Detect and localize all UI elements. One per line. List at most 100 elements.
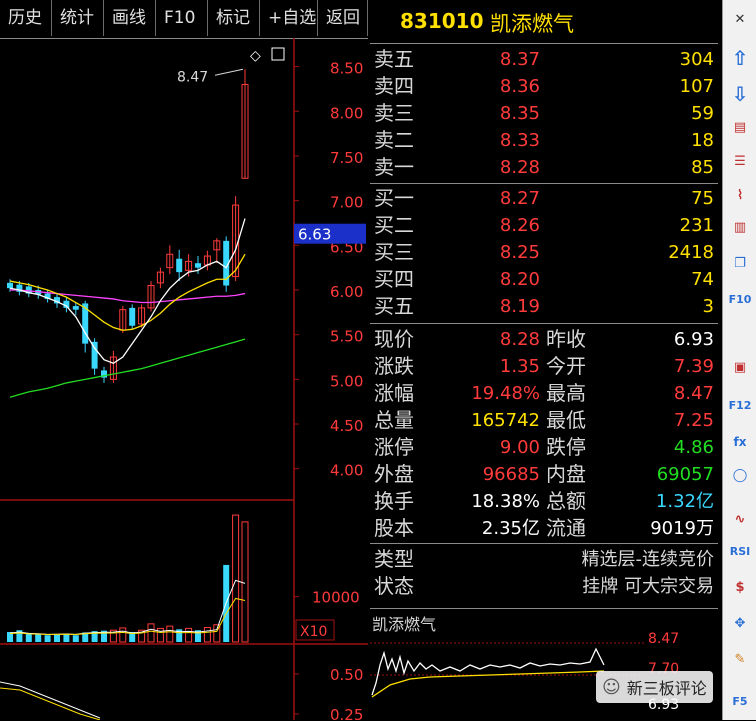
level-price: 8.37 xyxy=(499,49,540,70)
level-volume: 74 xyxy=(691,269,714,290)
tab-4[interactable]: 标记 xyxy=(208,0,260,36)
info-value: 挂牌 可大宗交易 xyxy=(582,576,714,597)
stock-code: 831010 xyxy=(400,9,484,33)
f12-icon[interactable]: F12 xyxy=(727,394,753,418)
circle-icon[interactable]: ◯ xyxy=(727,464,753,488)
self-select-icon[interactable]: ▣ xyxy=(727,356,753,380)
stat-value: 69057 xyxy=(656,464,714,485)
stat-label: 涨跌 xyxy=(374,354,414,378)
stock-info: 类型 精选层-连续竞价 状态 挂牌 可大宗交易 xyxy=(370,546,718,602)
indicator-line xyxy=(0,681,101,719)
wechat-icon: ☺ xyxy=(602,676,621,698)
move-icon[interactable]: ✥ xyxy=(727,612,753,636)
arrow-down-icon[interactable]: ⇩ xyxy=(727,82,753,106)
stat-label: 最低 xyxy=(546,408,586,432)
price-tick-label: 8.00 xyxy=(330,104,363,122)
ma-year-line xyxy=(9,338,246,398)
stat-value: 9019万 xyxy=(650,518,714,539)
chart-tab-bar: 历史 统计 画线 F10 标记 +自选 返回 xyxy=(0,0,368,39)
level-price: 8.19 xyxy=(499,296,540,317)
info-label: 状态 xyxy=(374,574,414,598)
bid-book: 买一 8.27 75 买二 8.26 231 买三 8.25 2418 买四 8.20 74 买五 8.1… xyxy=(370,185,718,320)
level-label: 卖五 xyxy=(374,47,414,71)
volume-ma-line xyxy=(9,597,246,636)
bid-row[interactable]: 买五 8.19 3 xyxy=(370,293,718,320)
tab-3[interactable]: F10 xyxy=(156,0,208,36)
ma-short-line xyxy=(9,218,246,365)
volume-bar xyxy=(166,625,174,643)
volume-bar xyxy=(241,521,249,643)
intraday-mini-chart[interactable]: 凯添燃气 8.47 7.70 6.93 xyxy=(370,608,718,721)
bid-row[interactable]: 买一 8.27 75 xyxy=(370,185,718,212)
formula-icon[interactable]: fx xyxy=(727,430,753,454)
level-volume: 85 xyxy=(691,157,714,178)
bid-row[interactable]: 买二 8.26 231 xyxy=(370,212,718,239)
pages-icon[interactable]: ❐ xyxy=(727,252,753,276)
level-volume: 59 xyxy=(691,103,714,124)
tab-1[interactable]: 统计 xyxy=(52,0,104,36)
level-price: 8.20 xyxy=(499,269,540,290)
stat-label: 今开 xyxy=(546,354,586,378)
indicator-tick-label: 0.25 xyxy=(330,706,363,720)
bid-row[interactable]: 买三 8.25 2418 xyxy=(370,239,718,266)
stat-value: 96685 xyxy=(482,464,540,485)
diamond-icon: ◇ xyxy=(250,48,261,64)
ask-row[interactable]: 卖四 8.36 107 xyxy=(370,73,718,100)
volume-tick-label: 10000 xyxy=(312,589,360,607)
level-price: 8.25 xyxy=(499,242,540,263)
f5-icon[interactable]: F5 xyxy=(727,690,753,714)
stat-value: 1.32亿 xyxy=(655,491,714,512)
stat-label: 昨收 xyxy=(546,327,586,351)
stat-value: 6.93 xyxy=(673,329,714,350)
stat-row: 总量 165742 最低 7.25 xyxy=(370,407,718,434)
stat-value: 19.48% xyxy=(471,383,540,404)
ask-row[interactable]: 卖二 8.33 18 xyxy=(370,127,718,154)
tab-5[interactable]: +自选 xyxy=(260,0,318,36)
info-value: 精选层-连续竞价 xyxy=(581,549,715,570)
stat-row: 涨停 9.00 跌停 4.86 xyxy=(370,434,718,461)
current-price-label: 6.63 xyxy=(298,226,331,244)
ask-row[interactable]: 卖三 8.35 59 xyxy=(370,100,718,127)
stat-value: 165742 xyxy=(471,410,540,431)
rsi-icon[interactable]: RSI xyxy=(727,540,753,564)
list-icon[interactable]: ☰ xyxy=(727,150,753,174)
price-tick-label: 4.00 xyxy=(330,462,363,480)
price-tick-label: 4.50 xyxy=(330,417,363,435)
volume-ma-line xyxy=(9,579,246,635)
indicator-tick-label: 0.50 xyxy=(330,666,363,684)
report-icon[interactable]: ▤ xyxy=(727,116,753,140)
trend-icon[interactable]: ⌇ xyxy=(727,184,753,208)
stat-row: 换手 18.38% 总额 1.32亿 xyxy=(370,488,718,515)
level-volume: 3 xyxy=(702,296,714,317)
wave-icon[interactable]: ∿ xyxy=(727,508,753,532)
dollar-icon[interactable]: $ xyxy=(727,576,753,600)
tab-0[interactable]: 历史 xyxy=(0,0,52,36)
stat-label: 换手 xyxy=(374,489,414,513)
f10-icon[interactable]: F10 xyxy=(727,288,753,312)
volume-bar xyxy=(72,635,79,642)
stat-label: 涨幅 xyxy=(374,381,414,405)
bid-row[interactable]: 买四 8.20 74 xyxy=(370,266,718,293)
volume-bar xyxy=(63,634,70,642)
stock-name: 凯添燃气 xyxy=(490,12,574,36)
stat-label: 现价 xyxy=(374,327,414,351)
volume-bar xyxy=(35,633,42,642)
level-price: 8.26 xyxy=(499,215,540,236)
pencil-icon[interactable]: ✎ xyxy=(727,648,753,672)
volume-bar xyxy=(44,635,51,642)
price-tick-label: 6.00 xyxy=(330,283,363,301)
level-price: 8.35 xyxy=(499,103,540,124)
close-icon[interactable]: ✕ xyxy=(727,8,753,32)
candle-body xyxy=(72,306,79,310)
mini-chart-title: 凯添燃气 xyxy=(372,615,437,634)
ask-row[interactable]: 卖五 8.37 304 xyxy=(370,46,718,73)
tab-2[interactable]: 画线 xyxy=(104,0,156,36)
info-row: 类型 精选层-连续竞价 xyxy=(370,546,718,573)
ask-row[interactable]: 卖一 8.28 85 xyxy=(370,154,718,181)
level-label: 买二 xyxy=(374,213,414,237)
tab-6[interactable]: 返回 xyxy=(318,0,368,36)
candle-icon[interactable]: ▥ xyxy=(727,216,753,240)
arrow-up-icon[interactable]: ⇧ xyxy=(727,46,753,70)
level-price: 8.33 xyxy=(499,130,540,151)
kline-chart[interactable]: 8.508.007.507.006.506.005.505.004.504.00… xyxy=(0,38,368,720)
